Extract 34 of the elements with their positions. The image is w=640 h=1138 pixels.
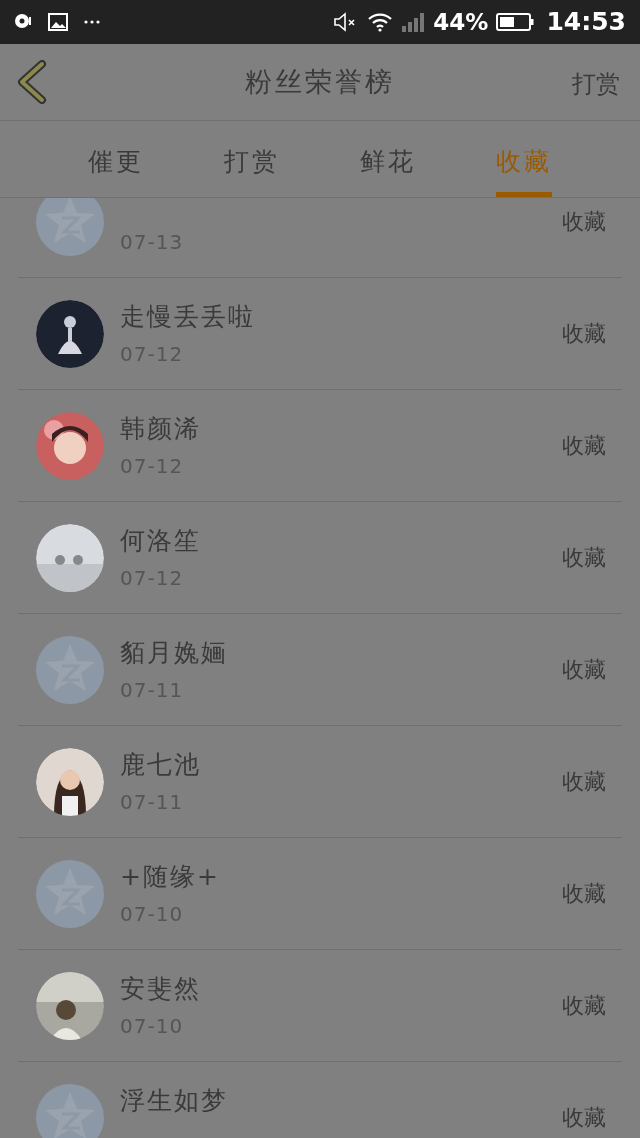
fan-name: 何洛笙 [120,524,202,557]
action-label: 收藏 [562,432,606,460]
battery-icon [496,12,535,32]
fan-name: 貊月婏婳 [120,636,229,669]
more-icon [84,20,100,24]
action-label: 收藏 [562,208,606,236]
fan-name: 韩颜浠 [120,412,202,445]
action-label: 收藏 [562,880,606,908]
default-avatar-icon [36,859,104,928]
signal-icon [401,12,426,32]
action-label: 收藏 [562,544,606,572]
clock-time: 14:53 [546,6,626,39]
fan-name: +随缘+ [120,860,221,893]
page-title: 粉丝荣誉榜 [245,64,395,99]
action-label: 收藏 [562,992,606,1020]
reward-link[interactable]: 打赏 [572,66,620,102]
action-label: 收藏 [562,656,606,684]
tab[interactable]: 鲜花 [360,121,416,197]
wifi-icon [367,12,394,32]
default-avatar-icon [36,198,104,256]
fan-name: 鹿七池 [120,748,202,781]
tab[interactable]: 打赏 [224,121,280,197]
fan-name: 浮生如梦 [120,1084,229,1117]
action-label: 收藏 [562,320,606,348]
default-avatar-icon [36,1083,104,1138]
battery-percent: 44% [433,7,489,37]
action-label: 收藏 [562,768,606,796]
notification-icon [14,13,32,31]
default-avatar-icon [36,635,104,704]
tab[interactable]: 催更 [88,121,144,197]
fan-name: 走慢丢丢啦 [120,300,256,333]
action-label: 收藏 [562,1104,606,1132]
fan-name: 安斐然 [120,972,202,1005]
image-icon [48,13,68,31]
